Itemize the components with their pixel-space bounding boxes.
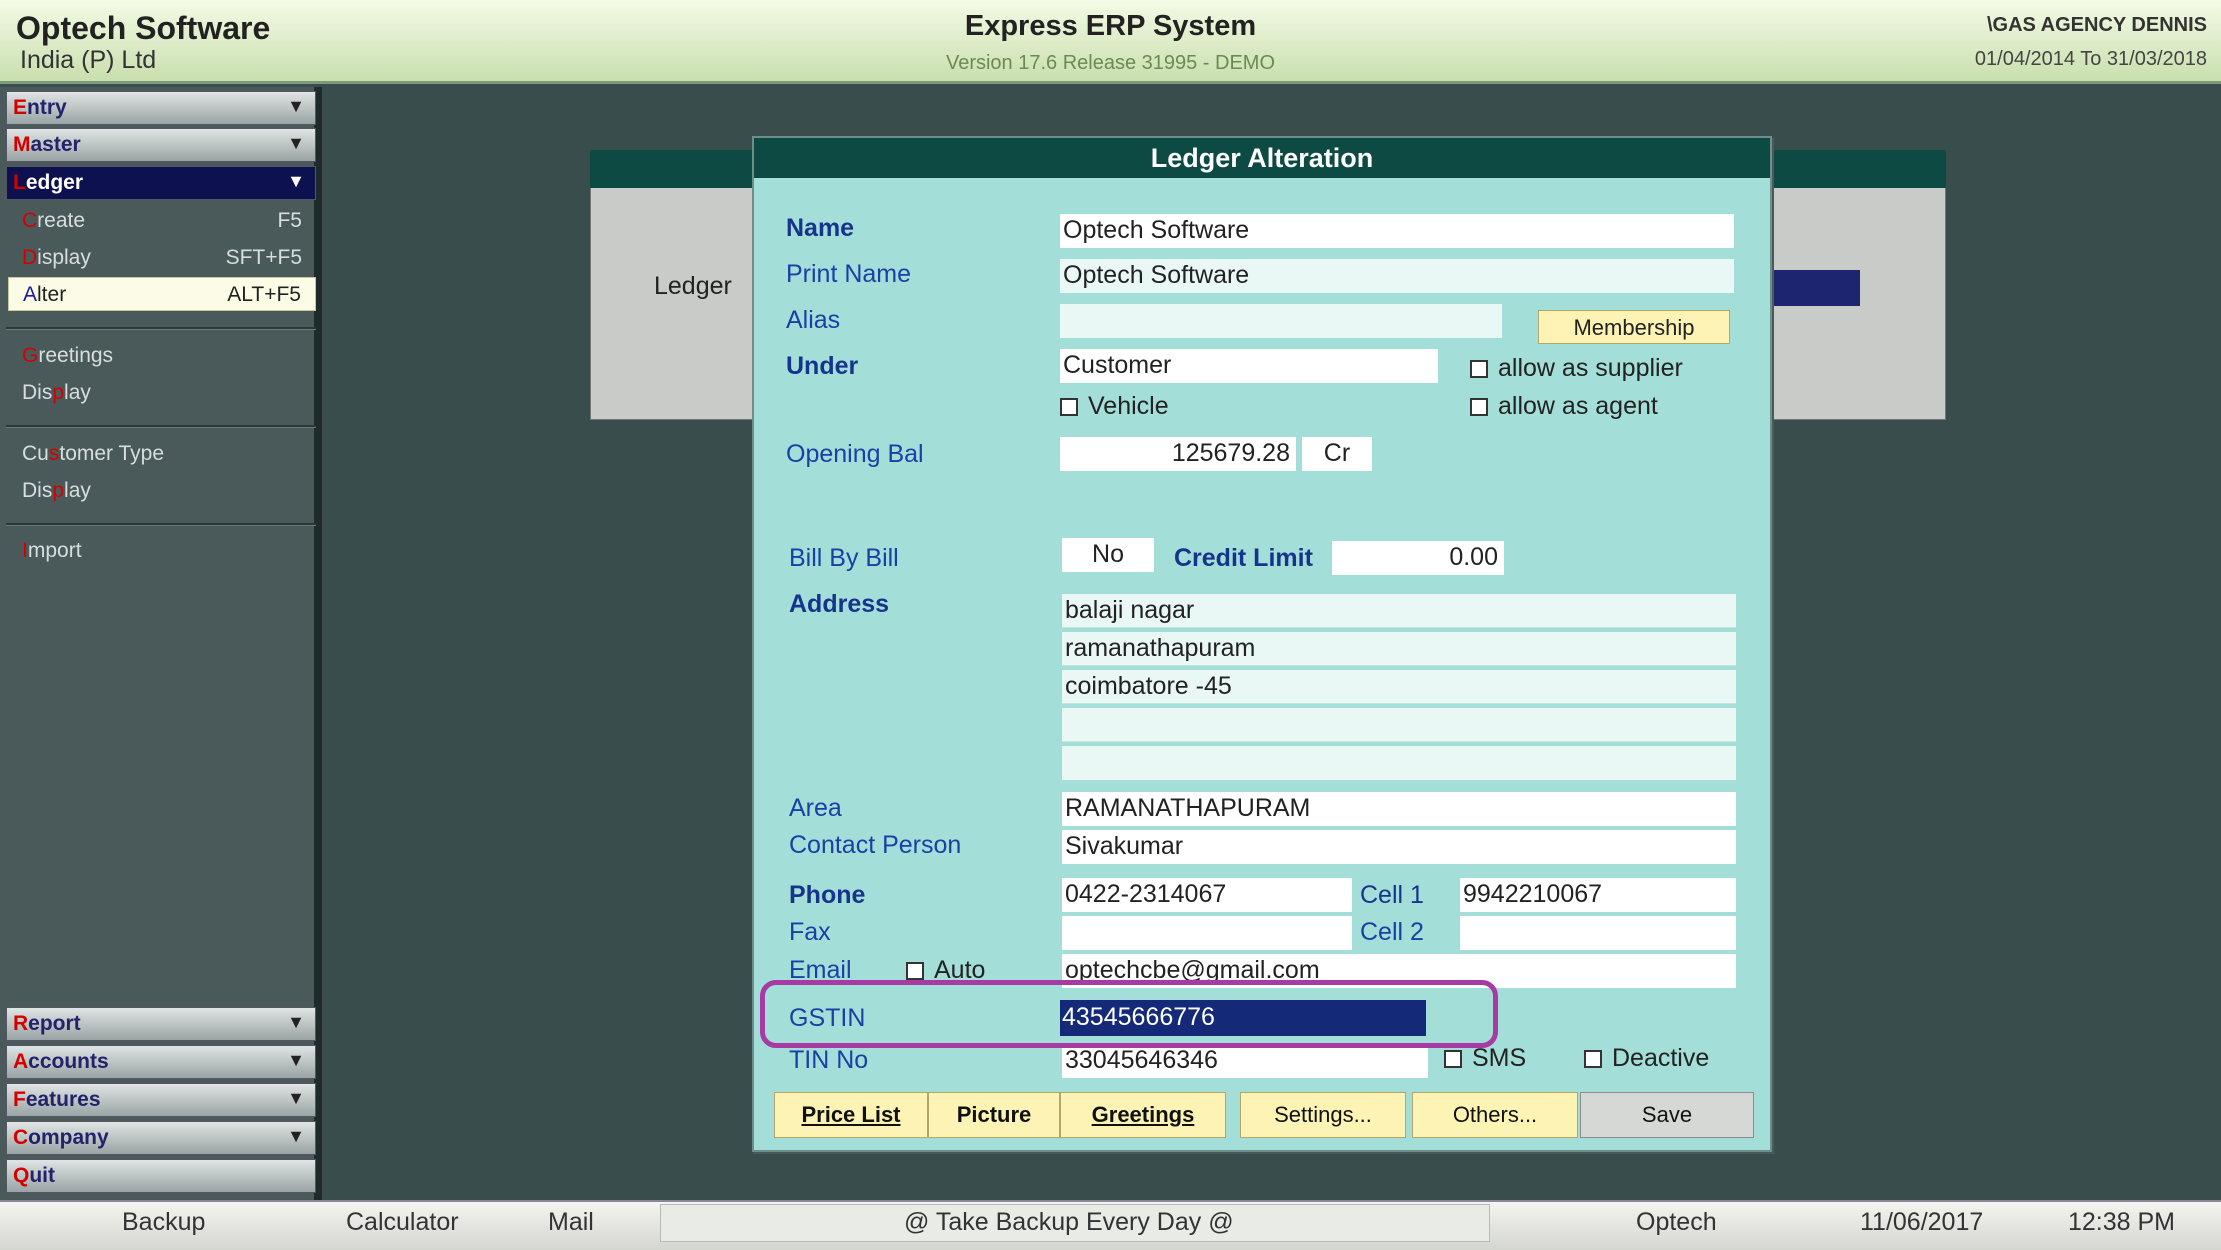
menu-ledger-create[interactable]: Create F5 (16, 204, 316, 238)
cell1-label: Cell 1 (1360, 881, 1424, 909)
agency-name: \GAS AGENCY DENNIS (1986, 14, 2207, 36)
vehicle-checkbox[interactable]: Vehicle (1060, 392, 1169, 421)
address-label: Address (789, 590, 890, 618)
title-bar: Optech Software India (P) Ltd Express ER… (0, 0, 2221, 84)
menu-quit[interactable]: Quit (6, 1159, 316, 1193)
background-ledger-label: Ledger (654, 272, 732, 300)
menu-divider (6, 425, 316, 428)
address-line-3[interactable]: coimbatore -45 (1062, 670, 1736, 704)
tin-no-field[interactable]: 33045646346 (1062, 1044, 1428, 1078)
financial-period: 01/04/2014 To 31/03/2018 (1974, 48, 2207, 70)
menu-accounts[interactable]: Accounts ▼ (6, 1045, 316, 1079)
settings-button[interactable]: Settings... (1240, 1092, 1406, 1138)
under-label: Under (786, 352, 859, 380)
deactive-checkbox[interactable]: Deactive (1584, 1044, 1709, 1073)
gstin-highlight-annotation (760, 980, 1498, 1048)
app-title: Express ERP System (964, 10, 1257, 42)
area-field[interactable]: RAMANATHAPURAM (1062, 792, 1736, 826)
menu-ledger-display[interactable]: Display SFT+F5 (16, 241, 316, 275)
cell2-label: Cell 2 (1360, 918, 1424, 946)
menu-master[interactable]: Master ▼ (6, 128, 316, 162)
name-label: Name (786, 214, 855, 242)
status-date: 11/06/2017 (1860, 1208, 1984, 1236)
others-button[interactable]: Others... (1412, 1092, 1578, 1138)
address-line-5[interactable] (1062, 746, 1736, 780)
bill-by-bill-field[interactable]: No (1062, 538, 1154, 572)
checkbox-icon (906, 962, 924, 980)
menu-customer-type-display[interactable]: Display (16, 474, 316, 508)
dropdown-arrow-icon: ▼ (287, 171, 305, 191)
menu-ledger[interactable]: Ledger ▼ (6, 166, 316, 200)
cell2-field[interactable] (1460, 916, 1736, 950)
dropdown-arrow-icon: ▼ (287, 133, 305, 153)
dropdown-arrow-icon: ▼ (287, 1012, 305, 1032)
allow-agent-checkbox[interactable]: allow as agent (1470, 392, 1658, 421)
save-button[interactable]: Save (1580, 1092, 1754, 1138)
membership-button[interactable]: Membership (1538, 310, 1730, 344)
phone-label: Phone (789, 881, 866, 909)
greetings-button[interactable]: Greetings (1060, 1092, 1226, 1138)
checkbox-icon (1060, 398, 1078, 416)
phone-field[interactable]: 0422-2314067 (1062, 878, 1352, 912)
menu-features[interactable]: Features ▼ (6, 1083, 316, 1117)
dialog-title: Ledger Alteration (754, 138, 1770, 178)
dropdown-arrow-icon: ▼ (287, 1088, 305, 1108)
status-message: @ Take Backup Every Day @ (904, 1208, 1234, 1236)
credit-limit-label: Credit Limit (1174, 544, 1313, 572)
address-line-2[interactable]: ramanathapuram (1062, 632, 1736, 666)
print-name-label: Print Name (786, 260, 912, 288)
menu-report[interactable]: Report ▼ (6, 1007, 316, 1041)
under-field[interactable]: Customer (1060, 349, 1438, 383)
menu-customer-type[interactable]: Customer Type (16, 437, 316, 471)
checkbox-icon (1444, 1050, 1462, 1068)
status-time: 12:38 PM (2068, 1208, 2176, 1236)
address-line-4[interactable] (1062, 708, 1736, 742)
menu-entry[interactable]: Entry ▼ (6, 91, 316, 125)
menu-greetings[interactable]: Greetings (16, 339, 316, 373)
backup-button[interactable]: Backup (122, 1208, 205, 1237)
address-line-1[interactable]: balaji nagar (1062, 594, 1736, 628)
alias-label: Alias (786, 306, 841, 334)
price-list-button[interactable]: Price List (774, 1092, 928, 1138)
app-version: Version 17.6 Release 31995 - DEMO (945, 52, 1276, 74)
status-user: Optech (1636, 1208, 1717, 1236)
checkbox-icon (1584, 1050, 1602, 1068)
sidebar-menu: Entry ▼ Master ▼ Ledger ▼ Create F5 Display S… (0, 87, 322, 1200)
name-field[interactable]: Optech Software (1060, 214, 1734, 248)
allow-supplier-checkbox[interactable]: allow as supplier (1470, 354, 1683, 383)
menu-company[interactable]: Company ▼ (6, 1121, 316, 1155)
opening-balance-label: Opening Bal (786, 440, 924, 468)
picture-button[interactable]: Picture (928, 1092, 1060, 1138)
opening-balance-field[interactable]: 125679.28 (1060, 437, 1296, 471)
cell1-field[interactable]: 9942210067 (1460, 878, 1736, 912)
fax-label: Fax (789, 918, 831, 946)
tin-no-label: TIN No (789, 1046, 869, 1074)
contact-person-field[interactable]: Sivakumar (1062, 830, 1736, 864)
dropdown-arrow-icon: ▼ (287, 1126, 305, 1146)
menu-greetings-display[interactable]: Display (16, 376, 316, 410)
dropdown-arrow-icon: ▼ (287, 1050, 305, 1070)
calculator-button[interactable]: Calculator (346, 1208, 459, 1237)
fax-field[interactable] (1062, 916, 1352, 950)
checkbox-icon (1470, 360, 1488, 378)
menu-divider (6, 327, 316, 330)
background-selection-bar (1770, 270, 1860, 306)
mail-button[interactable]: Mail (548, 1208, 594, 1237)
contact-person-label: Contact Person (789, 831, 962, 859)
menu-import[interactable]: Import (16, 534, 316, 568)
menu-ledger-alter[interactable]: Alter ALT+F5 (8, 277, 316, 311)
area-label: Area (789, 794, 842, 822)
sms-checkbox[interactable]: SMS (1444, 1044, 1526, 1073)
alias-field[interactable] (1060, 304, 1502, 338)
dropdown-arrow-icon: ▼ (287, 96, 305, 116)
credit-limit-field[interactable]: 0.00 (1332, 541, 1504, 575)
print-name-field[interactable]: Optech Software (1060, 259, 1734, 293)
menu-divider (6, 523, 316, 526)
checkbox-icon (1470, 398, 1488, 416)
dr-cr-field[interactable]: Cr (1302, 437, 1372, 471)
bill-by-bill-label: Bill By Bill (789, 544, 899, 572)
